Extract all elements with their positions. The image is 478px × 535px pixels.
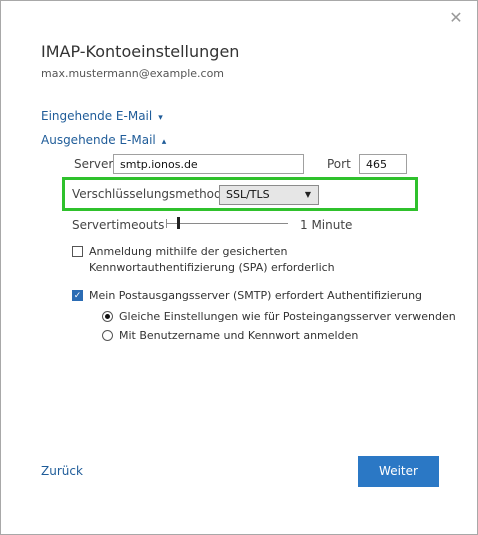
- auth-option-same-settings-radio[interactable]: [102, 311, 113, 322]
- outgoing-mail-label: Ausgehende E-Mail: [41, 133, 156, 147]
- close-icon[interactable]: ✕: [447, 9, 465, 27]
- server-label: Server: [74, 157, 114, 171]
- port-input[interactable]: 465: [359, 154, 407, 174]
- next-button[interactable]: Weiter: [358, 456, 439, 487]
- server-timeout-slider[interactable]: [166, 223, 288, 224]
- auth-option-same-settings-label: Gleiche Einstellungen wie für Posteingan…: [119, 310, 456, 323]
- smtp-auth-label: Mein Postausgangsserver (SMTP) erfordert…: [89, 289, 423, 302]
- account-email: max.mustermann@example.com: [41, 67, 225, 80]
- caret-down-icon: ▼: [304, 190, 311, 199]
- chevron-down-icon: ▾: [158, 113, 163, 123]
- port-label: Port: [327, 157, 351, 171]
- server-timeout-label: Servertimeouts: [72, 218, 165, 232]
- checkmark-icon: ✓: [73, 291, 82, 301]
- outgoing-mail-toggle[interactable]: Ausgehende E-Mail ▴: [41, 133, 166, 147]
- incoming-mail-toggle[interactable]: Eingehende E-Mail ▾: [41, 109, 163, 123]
- dialog-title: IMAP-Kontoeinstellungen: [41, 42, 240, 61]
- slider-thumb[interactable]: [177, 217, 180, 229]
- encryption-select-value: SSL/TLS: [226, 188, 270, 201]
- auth-option-credentials-radio[interactable]: [102, 330, 113, 341]
- spa-label: Anmeldung mithilfe der gesicherten Kennw…: [89, 245, 335, 274]
- server-input[interactable]: smtp.ionos.de: [113, 154, 304, 174]
- encryption-label: Verschlüsselungsmethode: [72, 187, 230, 201]
- incoming-mail-label: Eingehende E-Mail: [41, 109, 153, 123]
- spa-checkbox[interactable]: [72, 246, 83, 257]
- imap-settings-dialog: ✕ IMAP-Kontoeinstellungen max.mustermann…: [0, 0, 478, 535]
- encryption-select[interactable]: SSL/TLS ▼: [219, 185, 319, 205]
- chevron-up-icon: ▴: [161, 137, 167, 147]
- server-timeout-value: 1 Minute: [300, 218, 353, 232]
- back-link[interactable]: Zurück: [41, 464, 83, 478]
- auth-option-credentials-label: Mit Benutzername und Kennwort anmelden: [119, 329, 359, 342]
- smtp-auth-checkbox[interactable]: ✓: [72, 290, 83, 301]
